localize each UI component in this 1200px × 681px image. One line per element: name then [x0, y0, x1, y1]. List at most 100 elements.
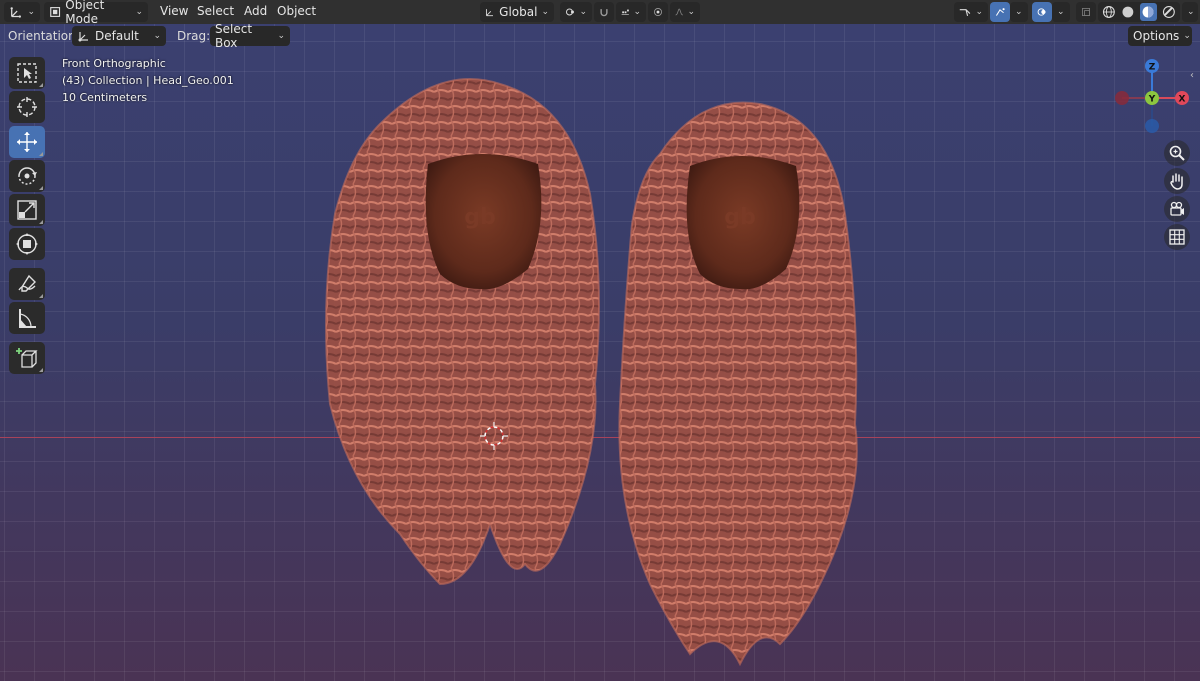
chevron-down-icon: ⌄: [541, 7, 549, 17]
head-logo-right: gb: [724, 205, 756, 230]
move-tool[interactable]: [9, 126, 45, 158]
z-axis-label: Z: [1149, 63, 1156, 73]
options-dropdown[interactable]: Options ⌄: [1128, 26, 1192, 46]
snap-toggle[interactable]: [594, 2, 614, 22]
editor-type-button[interactable]: ⌄: [4, 2, 40, 22]
tool-corner-icon: [39, 186, 43, 190]
hair-model-left[interactable]: gb: [325, 78, 600, 586]
rotate-icon: [18, 167, 37, 185]
scale-icon: [17, 200, 37, 220]
chevron-down-icon: ⌄: [1187, 7, 1195, 17]
annotate-tool[interactable]: [9, 268, 45, 300]
y-axis-label: Y: [1148, 95, 1156, 105]
add-cube-tool[interactable]: [9, 342, 45, 374]
sidebar-toggle-icon[interactable]: ‹: [1190, 70, 1200, 84]
proportional-edit-toggle[interactable]: [648, 2, 668, 22]
tool-corner-icon: [39, 294, 43, 298]
3d-viewport[interactable]: gb gb Orientation: Default ⌄ Drag: Selec…: [0, 24, 1200, 681]
chevron-down-icon: ⌄: [633, 7, 641, 17]
orientation-label: Orientation:: [8, 29, 80, 43]
chevron-down-icon: ⌄: [153, 31, 161, 41]
xray-toggle[interactable]: [1076, 2, 1096, 22]
orientation-value: Default: [95, 29, 139, 43]
tool-corner-icon: [39, 152, 43, 156]
orientation-label: Global: [499, 5, 538, 19]
measure-tool[interactable]: [9, 302, 45, 334]
x-axis-label: X: [1179, 95, 1186, 105]
cursor-icon: [17, 97, 37, 117]
editor-header: ⌄ Object Mode ⌄ View Select Add Object G…: [0, 0, 1200, 26]
toggle-projection-button[interactable]: [1164, 224, 1190, 250]
select-box-tool[interactable]: [9, 57, 45, 89]
drag-dropdown[interactable]: Select Box ⌄: [210, 24, 290, 50]
pivot-point-dropdown[interactable]: ⌄: [560, 2, 592, 22]
orientation-icon: [486, 9, 493, 17]
menu-object[interactable]: Object: [277, 4, 316, 18]
menu-add[interactable]: Add: [244, 4, 267, 18]
solid-shading-icon[interactable]: [1121, 5, 1135, 19]
move-icon: [17, 132, 37, 152]
cursor-tool[interactable]: [9, 91, 45, 123]
shading-dropdown[interactable]: ⌄: [1182, 2, 1198, 22]
overlays-toggle[interactable]: [1032, 2, 1052, 22]
chevron-down-icon: ⌄: [135, 7, 143, 17]
add-cube-icon: [16, 348, 38, 368]
mode-dropdown[interactable]: Object Mode ⌄: [44, 0, 148, 26]
zoom-button[interactable]: [1164, 140, 1190, 166]
menu-view[interactable]: View: [160, 4, 188, 18]
rendered-shading-icon[interactable]: [1162, 5, 1176, 19]
xray-icon: [1082, 8, 1090, 16]
camera-view-button[interactable]: [1164, 196, 1190, 222]
measure-icon: [19, 309, 36, 328]
scale-label: 10 Centimeters: [62, 91, 148, 104]
drag-value: Select Box: [215, 24, 253, 50]
chevron-down-icon: ⌄: [975, 7, 983, 17]
tool-corner-icon: [39, 220, 43, 224]
magnet-icon: [600, 9, 608, 17]
rotate-tool[interactable]: [9, 160, 45, 192]
gizmo-icon: [996, 8, 1005, 16]
pivot-icon: [566, 8, 574, 16]
chevron-down-icon: ⌄: [1183, 31, 1191, 41]
material-shading-icon: [1142, 6, 1154, 18]
transform-tool[interactable]: [9, 228, 45, 260]
chevron-down-icon: ⌄: [687, 7, 695, 17]
wireframe-shading-icon[interactable]: [1102, 5, 1116, 19]
gizmo-toggle[interactable]: [990, 2, 1010, 22]
mode-label: Object Mode: [65, 0, 105, 26]
visibility-icon: [959, 9, 971, 17]
collection-info: (43) Collection | Head_Geo.001: [62, 74, 234, 87]
chevron-down-icon: ⌄: [277, 31, 285, 41]
hair-model-right[interactable]: gb: [618, 101, 858, 667]
falloff-curve-icon: [675, 8, 683, 16]
shading-mode-group: [1098, 2, 1180, 22]
orientation-dropdown[interactable]: Default ⌄: [72, 26, 166, 46]
annotate-icon: [18, 274, 36, 292]
gizmo-dropdown[interactable]: ⌄: [1010, 2, 1028, 22]
scale-tool[interactable]: [9, 194, 45, 226]
navigation-gizmo[interactable]: Z X Y: [1112, 58, 1192, 138]
chevron-down-icon: ⌄: [1057, 7, 1065, 17]
overlays-icon: [1037, 8, 1046, 16]
drag-label: Drag:: [177, 29, 211, 43]
select-box-icon: [17, 63, 37, 83]
falloff-dropdown[interactable]: ⌄: [670, 2, 700, 22]
pan-button[interactable]: [1164, 168, 1190, 194]
options-label: Options: [1133, 29, 1180, 43]
object-mode-icon: [50, 7, 61, 17]
menu-select[interactable]: Select: [197, 4, 234, 18]
neg-z-axis-handle[interactable]: [1145, 119, 1159, 133]
orientation-gizmo-icon: [78, 32, 88, 42]
transform-orientation-dropdown[interactable]: Global ⌄: [480, 2, 554, 22]
snap-target-dropdown[interactable]: ⌄: [616, 2, 646, 22]
proportional-edit-icon: [654, 8, 662, 16]
camera-icon: [1170, 201, 1184, 216]
view-object-types-dropdown[interactable]: ⌄: [954, 2, 988, 22]
overlays-dropdown[interactable]: ⌄: [1052, 2, 1070, 22]
chevron-down-icon: ⌄: [579, 7, 587, 17]
neg-x-axis-handle[interactable]: [1115, 91, 1129, 105]
chevron-down-icon: ⌄: [1015, 7, 1023, 17]
tool-corner-icon: [39, 83, 43, 87]
transform-icon: [16, 233, 38, 255]
material-shading-button[interactable]: [1139, 3, 1158, 21]
